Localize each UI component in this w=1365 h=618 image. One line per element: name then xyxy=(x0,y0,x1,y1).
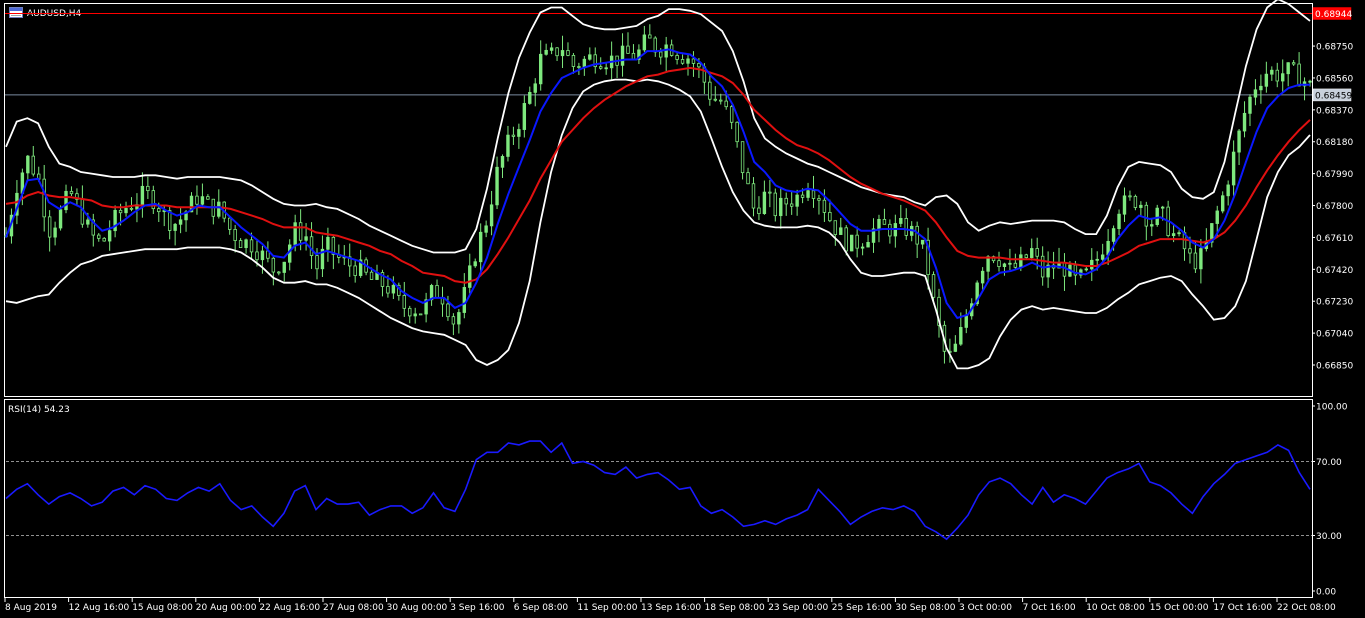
price-axis-label: 0.68750 xyxy=(1316,43,1353,53)
current-price-tag: 0.68459 xyxy=(1312,88,1352,101)
price-axis-label: 0.67420 xyxy=(1316,266,1353,276)
time-axis-label: 15 Aug 08:00 xyxy=(132,603,193,613)
svg-text:0.68944: 0.68944 xyxy=(1315,10,1352,20)
time-axis-label: 20 Aug 00:00 xyxy=(196,603,257,613)
alert-level-tag: 0.68944 xyxy=(1312,7,1352,20)
price-axis-label: 0.67990 xyxy=(1316,170,1353,180)
chart-window: AUDUSD,H4 RSI(14) 54.23 0.687500.685600.… xyxy=(0,0,1365,618)
time-axis-label: 3 Sep 16:00 xyxy=(450,603,505,613)
time-axis-label: 22 Oct 08:00 xyxy=(1277,603,1336,613)
time-axis-label: 25 Sep 16:00 xyxy=(832,603,892,613)
time-axis-label: 10 Oct 08:00 xyxy=(1086,603,1145,613)
price-axis-label: 0.67040 xyxy=(1316,330,1353,340)
candle xyxy=(1155,204,1159,227)
price-axis-label: 0.67610 xyxy=(1316,234,1353,244)
time-axis-label: 13 Sep 16:00 xyxy=(641,603,701,613)
candle xyxy=(1133,194,1138,211)
time-axis-label: 30 Sep 08:00 xyxy=(895,603,955,613)
candle xyxy=(418,313,423,316)
price-axis-label: 0.68180 xyxy=(1316,138,1353,148)
time-axis-label: 30 Aug 00:00 xyxy=(387,603,448,613)
rsi-axis-label: 100.00 xyxy=(1316,403,1348,413)
svg-text:0.68459: 0.68459 xyxy=(1315,91,1352,101)
rsi-axis-label: 30.00 xyxy=(1316,532,1342,542)
time-axis-label: 15 Oct 00:00 xyxy=(1150,603,1209,613)
rsi-label: RSI(14) 54.23 xyxy=(8,405,70,415)
price-axis-label: 0.68560 xyxy=(1316,74,1353,84)
rsi-axis-label: 70.00 xyxy=(1316,458,1342,468)
time-axis-label: 11 Sep 00:00 xyxy=(577,603,637,613)
time-axis-label: 12 Aug 16:00 xyxy=(69,603,130,613)
time-axis-label: 27 Aug 08:00 xyxy=(323,603,384,613)
time-axis-label: 8 Aug 2019 xyxy=(5,603,57,613)
chart-window-icon xyxy=(9,7,23,18)
time-axis-label: 17 Oct 16:00 xyxy=(1213,603,1272,613)
time-axis-label: 22 Aug 16:00 xyxy=(259,603,320,613)
time-axis-label: 18 Sep 08:00 xyxy=(705,603,765,613)
price-axis-label: 0.66850 xyxy=(1316,362,1353,372)
time-axis-label: 6 Sep 08:00 xyxy=(514,603,569,613)
price-axis-label: 0.67800 xyxy=(1316,202,1353,212)
time-axis-label: 3 Oct 00:00 xyxy=(959,603,1012,613)
candle xyxy=(849,234,854,252)
time-axis-label: 7 Oct 16:00 xyxy=(1023,603,1076,613)
time-axis-label: 23 Sep 00:00 xyxy=(768,603,828,613)
price-axis-label: 0.68370 xyxy=(1316,106,1353,116)
price-axis-label: 0.67230 xyxy=(1316,298,1353,308)
rsi-axis-label: 0.00 xyxy=(1316,588,1336,598)
